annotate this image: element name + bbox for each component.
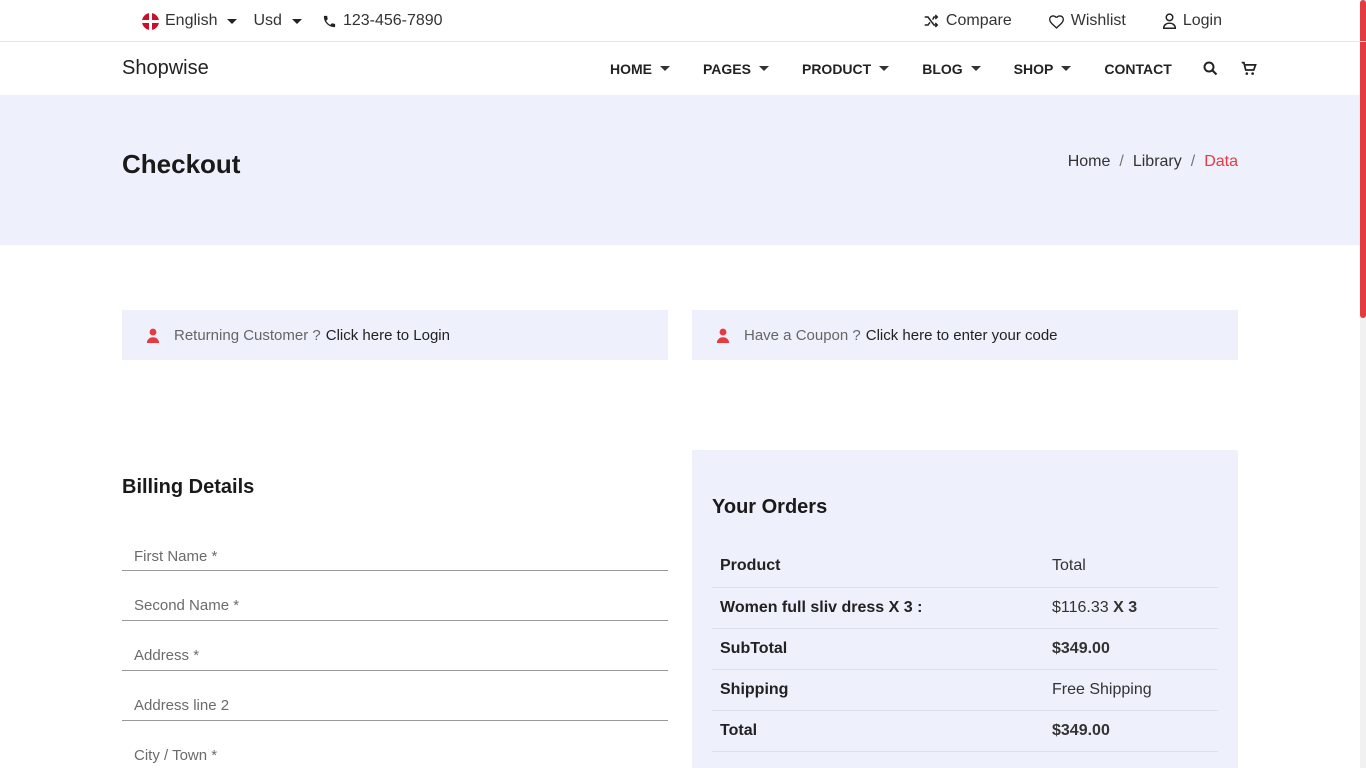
- language-selector[interactable]: English: [142, 12, 238, 30]
- city-field[interactable]: [122, 721, 668, 768]
- compare-link[interactable]: Compare: [924, 12, 1012, 30]
- orders-title: Your Orders: [712, 496, 828, 518]
- table-row: Total $349.00: [712, 710, 1218, 752]
- user-icon: [716, 328, 730, 343]
- wishlist-link[interactable]: Wishlist: [1048, 12, 1126, 30]
- address-line-2-field[interactable]: [122, 671, 668, 721]
- billing-details-section: Billing Details: [122, 476, 668, 768]
- coupon-code-link[interactable]: Click here to enter your code: [866, 327, 1058, 344]
- order-item-qty-label: X 3 :: [888, 598, 923, 616]
- nav-item-shop[interactable]: SHOP: [1014, 61, 1072, 77]
- table-row: Women full sliv dress X 3 : $116.33 X 3: [712, 587, 1218, 629]
- table-row: SubTotal $349.00: [712, 628, 1218, 670]
- user-icon: [146, 328, 160, 343]
- login-label: Login: [1182, 12, 1222, 29]
- chevron-down-icon: [1061, 66, 1072, 71]
- first-name-field[interactable]: [122, 523, 668, 571]
- returning-customer-notice: Returning Customer ? Click here to Login: [122, 310, 668, 360]
- chevron-down-icon: [291, 18, 302, 24]
- compare-label: Compare: [945, 12, 1012, 29]
- top-bar-left: English Usd 123-456-7890: [142, 0, 443, 42]
- total-label: Total: [712, 710, 1044, 752]
- breadcrumb-separator: /: [1119, 153, 1124, 170]
- order-item-total-cell: $116.33 X 3: [1044, 587, 1218, 629]
- chevron-down-icon: [227, 18, 238, 24]
- page-title: Checkout: [122, 149, 241, 179]
- header-product: Product: [712, 546, 1044, 588]
- heart-icon: [1048, 14, 1064, 29]
- order-item-name: Women full sliv dress: [720, 598, 885, 616]
- order-item-price: $116.33: [1052, 598, 1109, 616]
- subtotal-label: SubTotal: [712, 628, 1044, 670]
- page-header-band: Checkout Home / Library / Data: [0, 95, 1360, 245]
- returning-customer-text: Returning Customer ?: [174, 326, 321, 344]
- orders-summary: Your Orders Product Total Women full sli…: [692, 450, 1238, 768]
- flag-icon: [142, 12, 159, 30]
- nav-item-blog[interactable]: BLOG: [922, 60, 981, 77]
- breadcrumb-library[interactable]: Library: [1133, 153, 1182, 171]
- language-label: English: [165, 12, 218, 29]
- phone-icon: [323, 15, 336, 27]
- brand-logo[interactable]: Shopwise: [122, 57, 209, 80]
- phone-number: 123-456-7890: [342, 12, 443, 29]
- chevron-down-icon: [660, 66, 670, 71]
- breadcrumb: Home / Library / Data: [1068, 153, 1238, 171]
- billing-title: Billing Details: [122, 476, 255, 498]
- shipping-value: Free Shipping: [1044, 669, 1218, 711]
- subtotal-value: $349.00: [1044, 628, 1218, 670]
- chevron-down-icon: [970, 66, 981, 71]
- top-bar: English Usd 123-456-7890 Compare Wishlis…: [0, 0, 1366, 42]
- nav-label: SHOP: [1013, 60, 1054, 77]
- phone-contact[interactable]: 123-456-7890: [322, 12, 443, 30]
- main-navbar: Shopwise HOME PAGES PRODUCT BLOG SHOP CO…: [0, 42, 1366, 95]
- address-field[interactable]: [122, 621, 668, 671]
- breadcrumb-current: Data: [1204, 153, 1238, 170]
- billing-form: [122, 523, 668, 768]
- nav-label: HOME: [610, 60, 652, 77]
- top-bar-right: Compare Wishlist Login: [924, 0, 1222, 42]
- page-scrollbar[interactable]: [1360, 0, 1366, 768]
- coupon-text: Have a Coupon ?: [744, 326, 861, 344]
- nav-item-home[interactable]: HOME: [610, 61, 670, 77]
- chevron-down-icon: [879, 66, 890, 71]
- currency-selector[interactable]: Usd: [253, 12, 302, 30]
- nav-label: PRODUCT: [801, 60, 872, 77]
- order-item-cell: Women full sliv dress X 3 :: [712, 587, 1044, 629]
- nav-item-pages[interactable]: PAGES: [703, 61, 769, 77]
- cart-icon[interactable]: [1240, 60, 1258, 78]
- chevron-down-icon: [758, 66, 769, 71]
- nav-item-product[interactable]: PRODUCT: [801, 60, 890, 77]
- main-nav: HOME PAGES PRODUCT BLOG SHOP CONTACT: [610, 42, 1258, 95]
- coupon-notice: Have a Coupon ? Click here to enter your…: [692, 310, 1238, 360]
- currency-label: Usd: [253, 12, 282, 29]
- order-item-qty: X 3: [1113, 598, 1138, 616]
- nav-label: PAGES: [703, 60, 751, 77]
- user-icon: [1162, 13, 1176, 29]
- login-link[interactable]: Login: [1162, 12, 1222, 30]
- breadcrumb-home[interactable]: Home: [1068, 153, 1111, 171]
- login-prompt-link[interactable]: Click here to Login: [326, 327, 450, 344]
- second-name-field[interactable]: [122, 571, 668, 621]
- orders-table: Product Total Women full sliv dress X 3 …: [712, 546, 1218, 752]
- wishlist-label: Wishlist: [1070, 12, 1126, 29]
- table-row: Shipping Free Shipping: [712, 669, 1218, 711]
- nav-item-contact[interactable]: CONTACT: [1104, 61, 1171, 77]
- table-row: Product Total: [712, 546, 1218, 588]
- nav-label: BLOG: [922, 60, 963, 77]
- header-total: Total: [1044, 546, 1218, 588]
- search-icon[interactable]: [1202, 60, 1220, 78]
- total-value: $349.00: [1044, 710, 1218, 752]
- breadcrumb-separator: /: [1190, 153, 1196, 170]
- shuffle-icon: [924, 14, 939, 28]
- nav-label: CONTACT: [1104, 60, 1172, 77]
- shipping-label: Shipping: [712, 669, 1044, 711]
